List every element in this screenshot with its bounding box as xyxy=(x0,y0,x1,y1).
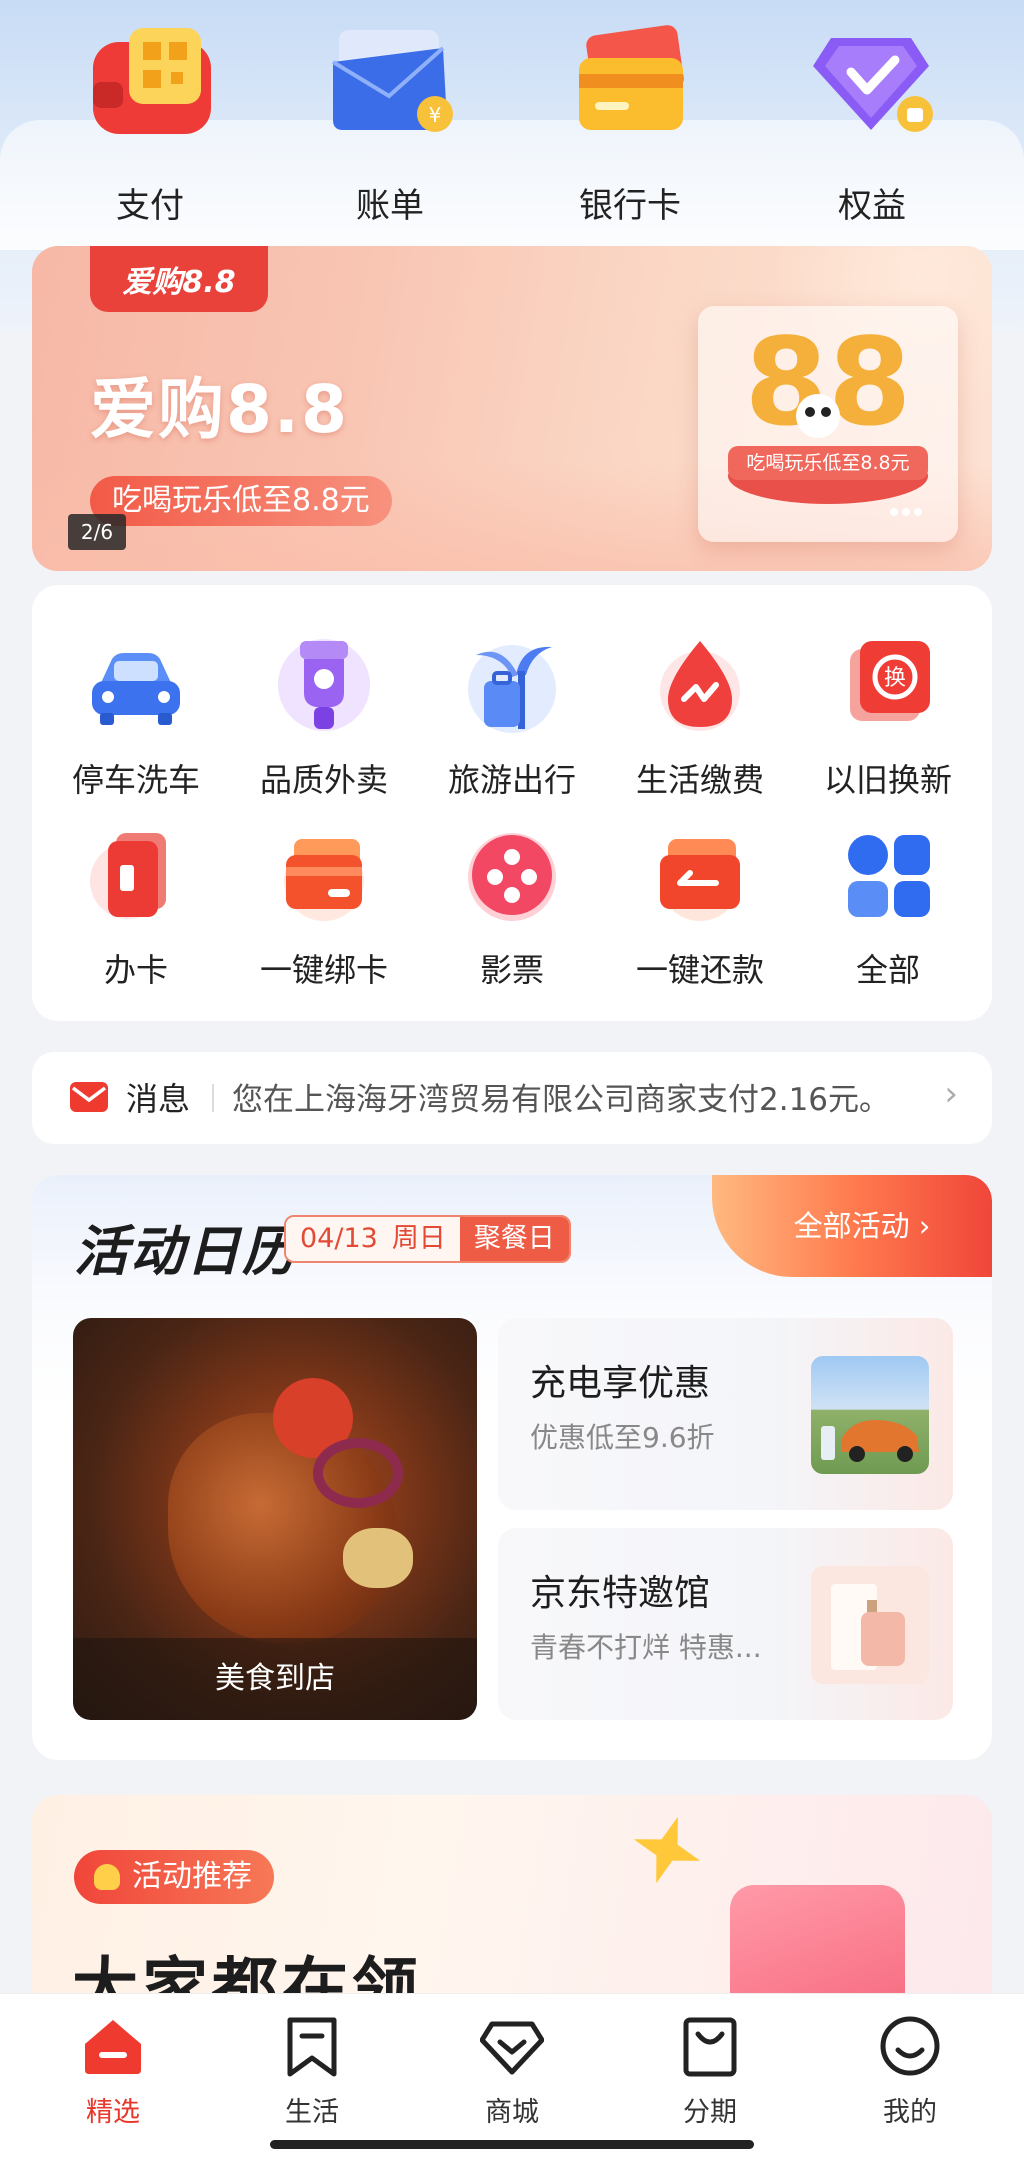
banner-illustration-card: 88 吃喝玩乐低至8.8元 xyxy=(698,306,958,542)
banner-logo: 爱购8.8 xyxy=(90,246,268,312)
ev-car-image xyxy=(811,1356,929,1474)
service-all[interactable]: 全部 xyxy=(794,825,982,991)
palm-luggage-icon xyxy=(462,635,562,735)
activity-card-jd[interactable]: 京东特邀馆 青春不打烊 特惠... xyxy=(498,1528,953,1720)
quick-entry-label: 账单 xyxy=(356,186,424,226)
tab-mine[interactable]: 我的 xyxy=(830,2014,990,2129)
bag-icon xyxy=(678,2014,742,2078)
quick-entry-bank-card[interactable]: 银行卡 xyxy=(550,22,710,226)
bill-envelope-icon: ¥ xyxy=(325,22,455,142)
message-text: 您在上海海牙湾贸易有限公司商家支付2.16元。 xyxy=(232,1082,891,1118)
activity-card-subtitle: 优惠低至9.6折 xyxy=(530,1421,715,1454)
quick-entry-pay[interactable]: 支付 xyxy=(70,22,230,226)
quick-entry-benefits[interactable]: 权益 xyxy=(792,22,952,226)
calendar-date-badge: 04/13 周日 聚餐日 xyxy=(284,1215,571,1263)
smiley-icon xyxy=(878,2014,942,2078)
service-bind-card[interactable]: 一键绑卡 xyxy=(230,825,418,991)
tab-label: 我的 xyxy=(883,2097,937,2128)
activity-calendar: 活动日历 04/13 周日 聚餐日 全部活动 › 美食到店 充电享优惠 优惠低至… xyxy=(32,1175,992,1760)
car-icon xyxy=(86,635,186,735)
calendar-day-tag: 聚餐日 xyxy=(459,1217,569,1261)
tab-installments[interactable]: 分期 xyxy=(630,2014,790,2129)
bank-card-icon xyxy=(565,22,695,142)
activity-card-subtitle: 青春不打烊 特惠... xyxy=(530,1631,762,1664)
service-food-delivery[interactable]: 品质外卖 xyxy=(230,635,418,801)
feature-food-card[interactable]: 美食到店 xyxy=(73,1318,477,1720)
food-image-onion xyxy=(313,1438,403,1508)
quick-entry-label: 银行卡 xyxy=(579,186,681,226)
service-movie-tickets[interactable]: 影票 xyxy=(418,825,606,991)
tab-label: 精选 xyxy=(86,2097,140,2128)
service-label: 一键绑卡 xyxy=(259,951,388,989)
service-label: 以旧换新 xyxy=(823,761,952,799)
tab-label: 生活 xyxy=(285,2097,339,2128)
message-divider xyxy=(212,1084,214,1112)
envelope-icon xyxy=(70,1082,108,1112)
wallet-qr-icon xyxy=(85,22,215,142)
quick-entry-label: 支付 xyxy=(116,186,184,226)
recommend-tag-label: 活动推荐 xyxy=(132,1859,252,1894)
service-label: 一键还款 xyxy=(635,951,764,989)
service-label: 办卡 xyxy=(103,951,168,989)
chevron-right-icon: › xyxy=(944,1074,958,1114)
banner-title: 爱购8.8 xyxy=(90,371,349,448)
services-panel: 停车洗车 品质外卖 旅游出行 生活缴费 换 以旧换新 办卡 一键绑卡 影票 一键… xyxy=(32,585,992,1021)
tab-life[interactable]: 生活 xyxy=(232,2014,392,2129)
message-bar[interactable]: 消息 您在上海海牙湾贸易有限公司商家支付2.16元。 › xyxy=(32,1052,992,1144)
scooter-icon xyxy=(274,635,374,735)
message-title: 消息 xyxy=(126,1080,191,1118)
calendar-title: 活动日历 xyxy=(74,1220,298,1283)
service-trade-in[interactable]: 换 以旧换新 xyxy=(794,635,982,801)
shield-check-icon xyxy=(807,22,937,142)
tab-mall[interactable]: 商城 xyxy=(432,2014,592,2129)
svg-text:¥: ¥ xyxy=(429,103,442,127)
food-image-potato xyxy=(343,1528,413,1588)
service-repay[interactable]: 一键还款 xyxy=(606,825,794,991)
diamond-icon xyxy=(479,2014,545,2078)
drop-icon xyxy=(650,635,750,735)
banner-page-indicator: 2/6 xyxy=(68,514,126,550)
home-indicator[interactable] xyxy=(270,2140,754,2149)
repay-icon xyxy=(650,825,750,925)
bookmark-icon xyxy=(280,2014,344,2078)
calendar-weekday: 周日 xyxy=(391,1217,460,1261)
promo-banner[interactable]: 爱购8.8 爱购8.8 吃喝玩乐低至8.8元 2/6 88 吃喝玩乐低至8.8元 xyxy=(32,246,992,571)
quick-entry-bill[interactable]: ¥ 账单 xyxy=(310,22,470,226)
banner-subtitle: 吃喝玩乐低至8.8元 xyxy=(90,476,392,526)
service-label: 全部 xyxy=(855,951,920,989)
service-parking-wash[interactable]: 停车洗车 xyxy=(42,635,230,801)
tab-label: 分期 xyxy=(683,2097,737,2128)
service-label: 停车洗车 xyxy=(71,761,200,799)
home-icon xyxy=(81,2014,145,2078)
all-activities-button[interactable]: 全部活动 › xyxy=(712,1175,992,1277)
service-label: 影票 xyxy=(479,951,544,989)
bell-icon xyxy=(94,1864,120,1890)
service-travel[interactable]: 旅游出行 xyxy=(418,635,606,801)
exchange-icon: 换 xyxy=(838,635,938,735)
sparkle-star-decoration xyxy=(623,1806,711,1894)
service-label: 生活缴费 xyxy=(635,761,764,799)
banner-card-caption: 吃喝玩乐低至8.8元 xyxy=(746,452,910,474)
tab-home[interactable]: 精选 xyxy=(33,2014,193,2129)
activity-card-charging[interactable]: 充电享优惠 优惠低至9.6折 xyxy=(498,1318,953,1510)
svg-text:换: 换 xyxy=(884,666,906,691)
bind-card-icon xyxy=(274,825,374,925)
film-reel-icon xyxy=(462,825,562,925)
service-label: 旅游出行 xyxy=(447,761,576,799)
service-label: 品质外卖 xyxy=(259,761,388,799)
quick-entry-label: 权益 xyxy=(838,186,906,226)
tab-label: 商城 xyxy=(485,2097,539,2128)
card-apply-icon xyxy=(86,825,186,925)
calendar-date: 04/13 xyxy=(286,1217,392,1261)
feature-card-label: 美食到店 xyxy=(73,1638,477,1720)
activity-card-title: 充电享优惠 xyxy=(530,1363,711,1404)
banner-88-illustration: 88 xyxy=(728,314,928,516)
service-apply-card[interactable]: 办卡 xyxy=(42,825,230,991)
recommend-tag: 活动推荐 xyxy=(74,1850,274,1904)
grid-icon xyxy=(838,825,938,925)
service-utility-bills[interactable]: 生活缴费 xyxy=(606,635,794,801)
perfume-image xyxy=(811,1566,929,1684)
activity-card-title: 京东特邀馆 xyxy=(530,1573,711,1614)
